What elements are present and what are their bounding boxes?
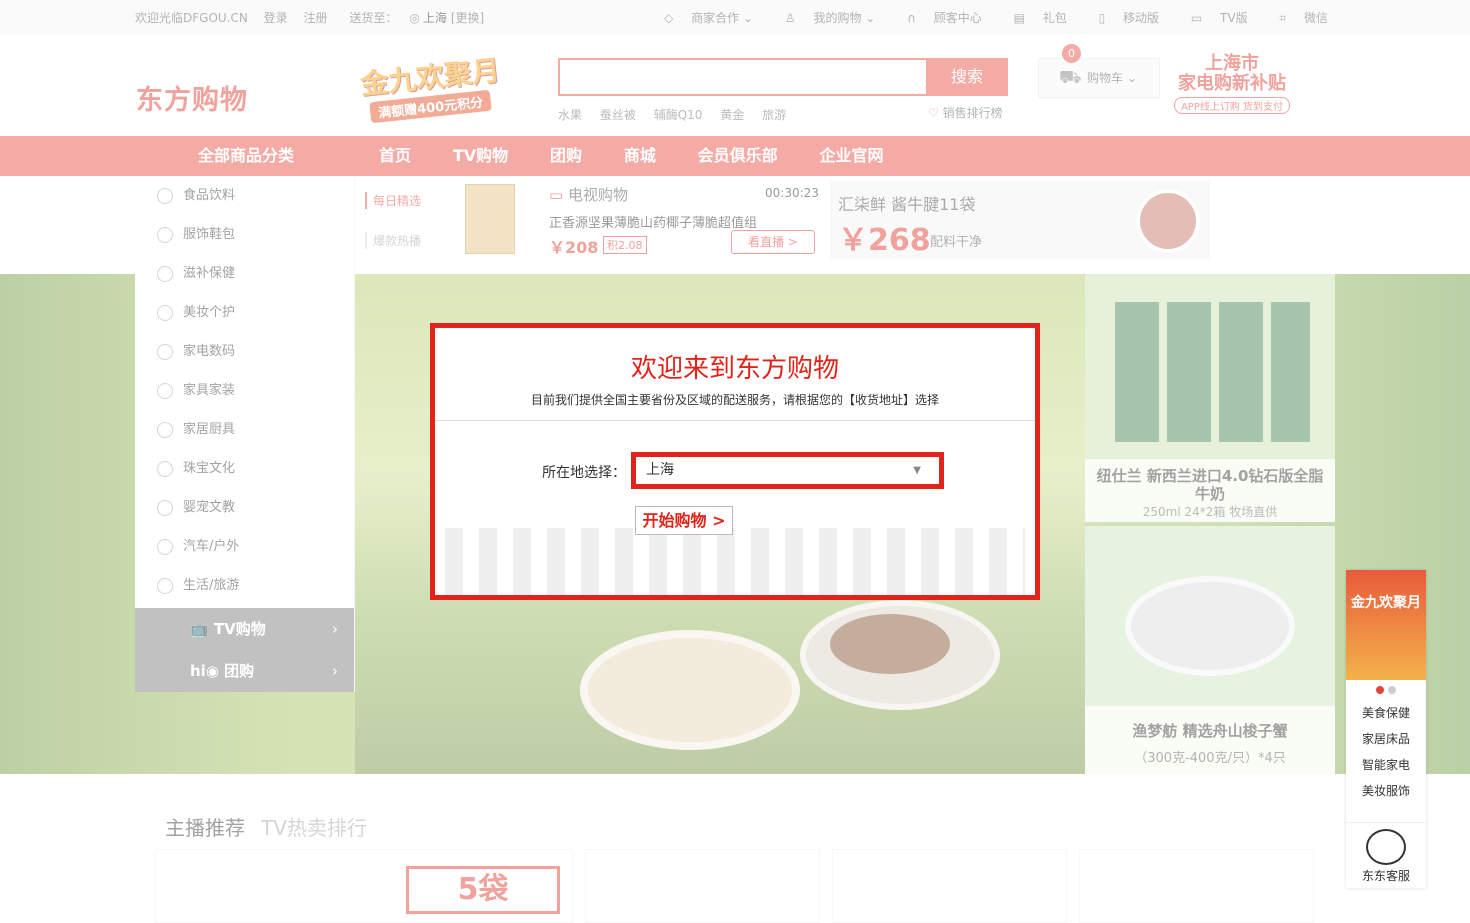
side-item[interactable]: 美妆服饰	[1346, 778, 1426, 804]
side-float-panel: 金九欢聚月 美食保健 家居床品 智能家电 美妆服饰 东东客服	[1346, 570, 1426, 888]
modal-subtitle: 目前我们提供全国主要省份及区域的配送服务，请根据您的【收货地址】选择	[530, 393, 939, 407]
carousel-dots	[1346, 680, 1426, 700]
customer-service-button[interactable]: 东东客服	[1346, 822, 1426, 888]
location-modal: 欢迎来到东方购物 目前我们提供全国主要省份及区域的配送服务，请根据您的【收货地址…	[430, 323, 1040, 600]
start-shopping-button[interactable]: 开始购物 >	[635, 506, 733, 535]
carousel-dot[interactable]	[1376, 686, 1384, 694]
side-item[interactable]: 家居床品	[1346, 726, 1426, 752]
kitchenware-decoration	[445, 528, 1025, 595]
side-item[interactable]: 智能家电	[1346, 752, 1426, 778]
divider	[435, 420, 1035, 421]
customer-service-label: 东东客服	[1361, 869, 1410, 883]
location-select[interactable]: 上海 ▼	[631, 452, 944, 489]
location-value: 上海	[646, 462, 674, 478]
modal-title: 欢迎来到东方购物	[630, 354, 839, 384]
dropdown-arrow-icon: ▼	[913, 465, 921, 476]
side-item[interactable]: 美食保健	[1346, 700, 1426, 726]
location-label: 所在地选择：	[542, 465, 626, 481]
side-promo-image[interactable]: 金九欢聚月	[1346, 570, 1426, 680]
mascot-icon	[1366, 829, 1406, 865]
carousel-dot[interactable]	[1388, 686, 1396, 694]
